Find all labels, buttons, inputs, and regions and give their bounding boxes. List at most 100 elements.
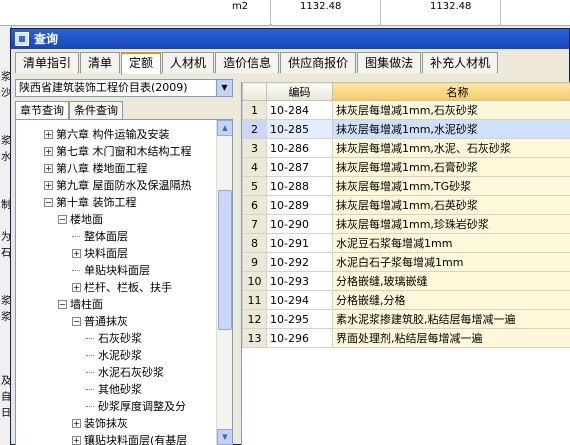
row-code[interactable]: 10-295	[266, 309, 333, 329]
tree-line	[86, 355, 94, 356]
row-name[interactable]: 水泥白石子浆每增减1mm	[332, 252, 570, 272]
row-code[interactable]: 10-290	[266, 214, 333, 234]
expand-icon[interactable]: +	[44, 181, 53, 190]
table-row[interactable]: 13 10-296 界面处理剂,粘结层每增减一遍	[242, 328, 570, 348]
row-name[interactable]: 抹灰层每增减1mm,石英砂浆	[332, 195, 570, 215]
subtab-0[interactable]: 章节查询	[15, 101, 69, 119]
row-code[interactable]: 10-287	[266, 157, 333, 177]
row-name[interactable]: 抹灰层每增减1mm,石膏砂浆	[332, 157, 570, 177]
scroll-down-icon[interactable]: ▼	[217, 429, 232, 445]
table-row[interactable]: 11 10-294 分格嵌缝,分格	[242, 290, 570, 310]
tree-node[interactable]: 水泥石灰砂浆	[16, 364, 216, 381]
tab-2[interactable]: 定额	[121, 52, 162, 74]
tree-node[interactable]: + 第七章 木门窗和木结构工程	[16, 143, 216, 160]
tree-node[interactable]: + 镶贴块料面层(有基层	[16, 432, 216, 445]
tree-node[interactable]: 其他砂浆	[16, 381, 216, 398]
tab-3[interactable]: 人材机	[162, 52, 215, 73]
row-code[interactable]: 10-286	[266, 138, 333, 158]
row-name[interactable]: 水泥豆石浆每增减1mm	[332, 233, 570, 253]
table-row[interactable]: 8 10-291 水泥豆石浆每增减1mm	[242, 233, 570, 253]
grid-header-row: 编码 名称	[242, 82, 570, 101]
tree-node[interactable]: + 第八章 楼地面工程	[16, 160, 216, 177]
tree-node[interactable]: + 第六章 构件运输及安装	[16, 126, 216, 143]
grid-header-code[interactable]: 编码	[266, 82, 333, 101]
row-name[interactable]: 素水泥浆掺建筑胶,粘结层每增减一遍	[332, 309, 570, 329]
row-name[interactable]: 分格嵌缝,分格	[332, 290, 570, 310]
expand-icon[interactable]: +	[72, 419, 81, 428]
table-row[interactable]: 10 10-293 分格嵌缝,玻璃嵌缝	[242, 271, 570, 291]
row-name[interactable]: 抹灰层每增减1mm,珍珠岩砂浆	[332, 214, 570, 234]
expand-icon[interactable]: +	[72, 436, 81, 445]
table-row[interactable]: 4 10-287 抹灰层每增减1mm,石膏砂浆	[242, 157, 570, 177]
tree-node[interactable]: 整体面层	[16, 228, 216, 245]
tree-node-label: 石灰砂浆	[98, 332, 142, 345]
row-code[interactable]: 10-289	[266, 195, 333, 215]
tree-node-label: 墙柱面	[70, 298, 103, 311]
row-name[interactable]: 抹灰层每增减1mm,水泥砂浆	[332, 119, 570, 139]
collapse-icon[interactable]: −	[44, 198, 53, 207]
tree-node[interactable]: − 普通抹灰	[16, 313, 216, 330]
grid-header-name[interactable]: 名称	[332, 82, 570, 101]
table-row[interactable]: 9 10-292 水泥白石子浆每增减1mm	[242, 252, 570, 272]
tree-node[interactable]: − 第十章 装饰工程	[16, 194, 216, 211]
tree-node[interactable]: 单贴块料面层	[16, 262, 216, 279]
tab-0[interactable]: 清单指引	[15, 52, 80, 73]
row-index: 12	[242, 309, 267, 329]
tree-node[interactable]: 石灰砂浆	[16, 330, 216, 347]
tree-node[interactable]: + 栏杆、栏板、扶手	[16, 279, 216, 296]
table-row[interactable]: 2 10-285 抹灰层每增减1mm,水泥砂浆	[242, 119, 570, 139]
expand-icon[interactable]: +	[44, 164, 53, 173]
tree-scrollbar[interactable]: ▲ ▼	[216, 120, 232, 445]
row-code[interactable]: 10-288	[266, 176, 333, 196]
tree-line	[86, 338, 94, 339]
dialog-titlebar[interactable]: 查询	[11, 29, 569, 49]
tab-4[interactable]: 造价信息	[215, 52, 280, 73]
row-code[interactable]: 10-293	[266, 271, 333, 291]
collapse-icon[interactable]: −	[58, 300, 67, 309]
expand-icon[interactable]: +	[72, 249, 81, 258]
table-row[interactable]: 7 10-290 抹灰层每增减1mm,珍珠岩砂浆	[242, 214, 570, 234]
scroll-up-icon[interactable]: ▲	[217, 120, 232, 136]
background-unit: m2	[232, 1, 249, 12]
tree-node[interactable]: + 块料面层	[16, 245, 216, 262]
table-row[interactable]: 1 10-284 抹灰层每增减1mm,石灰砂浆	[242, 100, 570, 120]
expand-icon[interactable]: +	[44, 147, 53, 156]
expand-icon[interactable]: +	[44, 130, 53, 139]
tab-6[interactable]: 图集做法	[357, 52, 422, 73]
tab-7[interactable]: 补充人材机	[422, 52, 499, 73]
table-row[interactable]: 5 10-288 抹灰层每增减1mm,TG砂浆	[242, 176, 570, 196]
row-index: 10	[242, 271, 267, 291]
table-row[interactable]: 6 10-289 抹灰层每增减1mm,石英砂浆	[242, 195, 570, 215]
row-code[interactable]: 10-296	[266, 328, 333, 348]
row-name[interactable]: 抹灰层每增减1mm,石灰砂浆	[332, 100, 570, 120]
row-code[interactable]: 10-291	[266, 233, 333, 253]
tree-node-label: 第七章 木门窗和木结构工程	[56, 145, 192, 158]
tree-node[interactable]: + 第九章 屋面防水及保温隔热	[16, 177, 216, 194]
table-row[interactable]: 12 10-295 素水泥浆掺建筑胶,粘结层每增减一遍	[242, 309, 570, 329]
expand-icon[interactable]: +	[72, 283, 81, 292]
tree-node[interactable]: − 楼地面	[16, 211, 216, 228]
tab-1[interactable]: 清单	[80, 52, 121, 73]
row-code[interactable]: 10-294	[266, 290, 333, 310]
tree-node-label: 其他砂浆	[98, 383, 142, 396]
row-code[interactable]: 10-284	[266, 100, 333, 120]
tree-node[interactable]: 水泥砂浆	[16, 347, 216, 364]
collapse-icon[interactable]: −	[72, 317, 81, 326]
tab-5[interactable]: 供应商报价	[280, 52, 357, 73]
row-name[interactable]: 抹灰层每增减1mm,水泥、石灰砂浆	[332, 138, 570, 158]
row-code[interactable]: 10-292	[266, 252, 333, 272]
chevron-down-icon[interactable]: ▼	[216, 80, 232, 96]
row-name[interactable]: 界面处理剂,粘结层每增减一遍	[332, 328, 570, 348]
tree-line	[86, 389, 94, 390]
row-name[interactable]: 抹灰层每增减1mm,TG砂浆	[332, 176, 570, 196]
tree-node[interactable]: − 墙柱面	[16, 296, 216, 313]
table-row[interactable]: 3 10-286 抹灰层每增减1mm,水泥、石灰砂浆	[242, 138, 570, 158]
subtab-1[interactable]: 条件查询	[69, 101, 123, 119]
library-select[interactable]: 陕西省建筑装饰工程价目表(2009) ▼	[15, 79, 233, 97]
tree-node[interactable]: + 装饰抹灰	[16, 415, 216, 432]
row-code[interactable]: 10-285	[266, 119, 333, 139]
row-name[interactable]: 分格嵌缝,玻璃嵌缝	[332, 271, 570, 291]
scrollbar-thumb[interactable]	[218, 190, 232, 330]
collapse-icon[interactable]: −	[58, 215, 67, 224]
tree-node[interactable]: 砂浆厚度调整及分	[16, 398, 216, 415]
